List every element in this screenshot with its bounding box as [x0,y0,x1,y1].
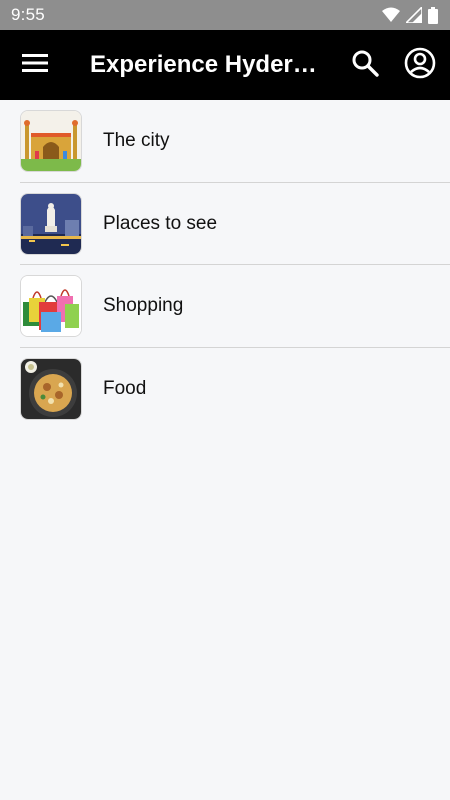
category-list: The city Places to see Shopping Food [0,100,450,430]
list-item-shopping[interactable]: Shopping [0,265,450,348]
status-icons [382,6,438,24]
hamburger-menu-icon [22,53,48,78]
list-item-food[interactable]: Food [0,348,450,431]
search-icon [351,49,379,82]
list-item-places-to-see[interactable]: Places to see [0,183,450,266]
signal-icon [406,7,422,23]
biryani-thumbnail [20,357,82,420]
list-item-the-city[interactable]: The city [0,100,450,183]
status-time: 9:55 [11,5,45,24]
buddha-statue-thumbnail [20,192,82,255]
battery-icon [428,6,438,24]
menu-button[interactable] [0,30,70,100]
list-item-label: Shopping [103,295,184,317]
account-icon [404,47,436,84]
account-button[interactable] [392,30,448,100]
status-bar: 9:55 [0,0,450,30]
list-item-label: Places to see [103,212,218,234]
shopping-bags-thumbnail [20,275,82,338]
list-item-label: Food [103,377,147,399]
list-item-label: The city [103,130,170,152]
app-title: Experience Hyderabad [90,51,320,78]
charminar-thumbnail [20,110,82,173]
wifi-icon [382,7,400,23]
app-bar: Experience Hyderabad [0,30,450,100]
search-button[interactable] [338,30,392,100]
